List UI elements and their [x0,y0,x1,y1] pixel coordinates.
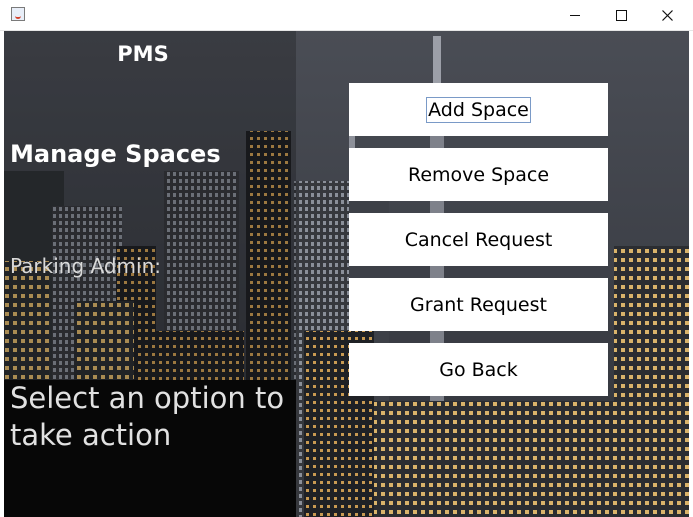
cancel-request-label: Cancel Request [404,228,553,251]
go-back-button[interactable]: Go Back [349,343,608,396]
page-title: Manage Spaces [10,140,221,168]
minimize-icon [570,14,580,16]
instruction-text: Select an option to take action [10,381,285,452]
go-back-label: Go Back [439,358,518,381]
grant-request-label: Grant Request [410,293,547,316]
remove-space-label: Remove Space [407,163,550,186]
role-label: Parking Admin: [10,254,161,278]
minimize-button[interactable] [552,0,598,30]
grant-request-button[interactable]: Grant Request [349,278,608,331]
close-button[interactable] [644,0,690,30]
add-space-label: Add Space [426,96,531,123]
title-bar [0,0,693,31]
java-app-icon [11,7,25,21]
maximize-button[interactable] [598,0,644,30]
add-space-button[interactable]: Add Space [349,83,608,136]
remove-space-button[interactable]: Remove Space [349,148,608,201]
close-icon [661,9,673,21]
app-name-label: PMS [117,42,169,66]
maximize-icon [615,9,627,21]
cancel-request-button[interactable]: Cancel Request [349,213,608,266]
